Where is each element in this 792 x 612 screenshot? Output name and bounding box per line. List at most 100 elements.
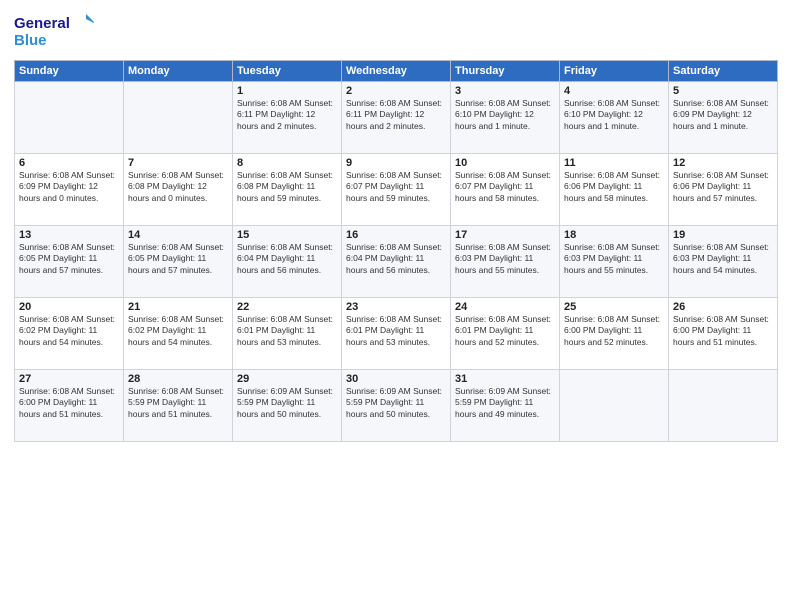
calendar-cell: 6Sunrise: 6:08 AM Sunset: 6:09 PM Daylig…: [15, 154, 124, 226]
day-number: 28: [128, 373, 228, 385]
day-detail: Sunrise: 6:08 AM Sunset: 5:59 PM Dayligh…: [128, 386, 228, 420]
day-number: 17: [455, 229, 555, 241]
day-detail: Sunrise: 6:08 AM Sunset: 6:08 PM Dayligh…: [237, 170, 337, 204]
day-detail: Sunrise: 6:08 AM Sunset: 6:01 PM Dayligh…: [346, 314, 446, 348]
page: General Blue SundayMondayTuesdayWednesda…: [0, 0, 792, 612]
header-day-monday: Monday: [124, 61, 233, 82]
day-number: 16: [346, 229, 446, 241]
calendar-cell: 1Sunrise: 6:08 AM Sunset: 6:11 PM Daylig…: [233, 82, 342, 154]
day-detail: Sunrise: 6:08 AM Sunset: 6:11 PM Dayligh…: [346, 98, 446, 132]
day-detail: Sunrise: 6:08 AM Sunset: 6:10 PM Dayligh…: [455, 98, 555, 132]
day-number: 12: [673, 157, 773, 169]
day-number: 4: [564, 85, 664, 97]
calendar-header: SundayMondayTuesdayWednesdayThursdayFrid…: [15, 61, 778, 82]
day-number: 24: [455, 301, 555, 313]
day-number: 23: [346, 301, 446, 313]
day-number: 30: [346, 373, 446, 385]
day-number: 2: [346, 85, 446, 97]
day-detail: Sunrise: 6:08 AM Sunset: 6:02 PM Dayligh…: [128, 314, 228, 348]
calendar-cell: 17Sunrise: 6:08 AM Sunset: 6:03 PM Dayli…: [451, 226, 560, 298]
day-detail: Sunrise: 6:08 AM Sunset: 6:04 PM Dayligh…: [346, 242, 446, 276]
day-detail: Sunrise: 6:08 AM Sunset: 6:01 PM Dayligh…: [455, 314, 555, 348]
day-detail: Sunrise: 6:08 AM Sunset: 6:07 PM Dayligh…: [455, 170, 555, 204]
day-detail: Sunrise: 6:09 AM Sunset: 5:59 PM Dayligh…: [455, 386, 555, 420]
header: General Blue: [14, 10, 778, 54]
calendar-cell: 26Sunrise: 6:08 AM Sunset: 6:00 PM Dayli…: [669, 298, 778, 370]
week-row-5: 27Sunrise: 6:08 AM Sunset: 6:00 PM Dayli…: [15, 370, 778, 442]
day-detail: Sunrise: 6:08 AM Sunset: 6:02 PM Dayligh…: [19, 314, 119, 348]
day-number: 14: [128, 229, 228, 241]
calendar-cell: 5Sunrise: 6:08 AM Sunset: 6:09 PM Daylig…: [669, 82, 778, 154]
day-detail: Sunrise: 6:08 AM Sunset: 6:09 PM Dayligh…: [673, 98, 773, 132]
day-detail: Sunrise: 6:08 AM Sunset: 6:00 PM Dayligh…: [19, 386, 119, 420]
calendar-cell: 16Sunrise: 6:08 AM Sunset: 6:04 PM Dayli…: [342, 226, 451, 298]
day-number: 11: [564, 157, 664, 169]
day-detail: Sunrise: 6:08 AM Sunset: 6:03 PM Dayligh…: [455, 242, 555, 276]
calendar-cell: [669, 370, 778, 442]
day-number: 27: [19, 373, 119, 385]
day-detail: Sunrise: 6:08 AM Sunset: 6:05 PM Dayligh…: [19, 242, 119, 276]
day-number: 15: [237, 229, 337, 241]
day-number: 7: [128, 157, 228, 169]
header-day-tuesday: Tuesday: [233, 61, 342, 82]
day-detail: Sunrise: 6:08 AM Sunset: 6:09 PM Dayligh…: [19, 170, 119, 204]
calendar-cell: 20Sunrise: 6:08 AM Sunset: 6:02 PM Dayli…: [15, 298, 124, 370]
day-detail: Sunrise: 6:08 AM Sunset: 6:08 PM Dayligh…: [128, 170, 228, 204]
header-day-wednesday: Wednesday: [342, 61, 451, 82]
calendar-cell: 8Sunrise: 6:08 AM Sunset: 6:08 PM Daylig…: [233, 154, 342, 226]
day-detail: Sunrise: 6:08 AM Sunset: 6:03 PM Dayligh…: [564, 242, 664, 276]
svg-text:Blue: Blue: [14, 32, 47, 49]
day-number: 29: [237, 373, 337, 385]
calendar-cell: 29Sunrise: 6:09 AM Sunset: 5:59 PM Dayli…: [233, 370, 342, 442]
day-number: 20: [19, 301, 119, 313]
calendar-table: SundayMondayTuesdayWednesdayThursdayFrid…: [14, 60, 778, 442]
calendar-cell: 4Sunrise: 6:08 AM Sunset: 6:10 PM Daylig…: [560, 82, 669, 154]
calendar-cell: 14Sunrise: 6:08 AM Sunset: 6:05 PM Dayli…: [124, 226, 233, 298]
svg-text:General: General: [14, 15, 70, 32]
calendar-cell: 18Sunrise: 6:08 AM Sunset: 6:03 PM Dayli…: [560, 226, 669, 298]
day-detail: Sunrise: 6:09 AM Sunset: 5:59 PM Dayligh…: [237, 386, 337, 420]
day-detail: Sunrise: 6:08 AM Sunset: 6:04 PM Dayligh…: [237, 242, 337, 276]
day-detail: Sunrise: 6:08 AM Sunset: 6:06 PM Dayligh…: [564, 170, 664, 204]
calendar-cell: 27Sunrise: 6:08 AM Sunset: 6:00 PM Dayli…: [15, 370, 124, 442]
day-number: 21: [128, 301, 228, 313]
day-detail: Sunrise: 6:08 AM Sunset: 6:00 PM Dayligh…: [564, 314, 664, 348]
day-number: 3: [455, 85, 555, 97]
calendar-cell: 2Sunrise: 6:08 AM Sunset: 6:11 PM Daylig…: [342, 82, 451, 154]
calendar-cell: 30Sunrise: 6:09 AM Sunset: 5:59 PM Dayli…: [342, 370, 451, 442]
calendar-cell: 3Sunrise: 6:08 AM Sunset: 6:10 PM Daylig…: [451, 82, 560, 154]
week-row-3: 13Sunrise: 6:08 AM Sunset: 6:05 PM Dayli…: [15, 226, 778, 298]
calendar-cell: 12Sunrise: 6:08 AM Sunset: 6:06 PM Dayli…: [669, 154, 778, 226]
day-detail: Sunrise: 6:08 AM Sunset: 6:06 PM Dayligh…: [673, 170, 773, 204]
day-number: 25: [564, 301, 664, 313]
header-row: SundayMondayTuesdayWednesdayThursdayFrid…: [15, 61, 778, 82]
day-detail: Sunrise: 6:09 AM Sunset: 5:59 PM Dayligh…: [346, 386, 446, 420]
day-detail: Sunrise: 6:08 AM Sunset: 6:00 PM Dayligh…: [673, 314, 773, 348]
day-detail: Sunrise: 6:08 AM Sunset: 6:10 PM Dayligh…: [564, 98, 664, 132]
calendar-body: 1Sunrise: 6:08 AM Sunset: 6:11 PM Daylig…: [15, 82, 778, 442]
calendar-cell: 19Sunrise: 6:08 AM Sunset: 6:03 PM Dayli…: [669, 226, 778, 298]
week-row-4: 20Sunrise: 6:08 AM Sunset: 6:02 PM Dayli…: [15, 298, 778, 370]
day-number: 6: [19, 157, 119, 169]
calendar-cell: 24Sunrise: 6:08 AM Sunset: 6:01 PM Dayli…: [451, 298, 560, 370]
calendar-cell: 9Sunrise: 6:08 AM Sunset: 6:07 PM Daylig…: [342, 154, 451, 226]
header-day-thursday: Thursday: [451, 61, 560, 82]
week-row-2: 6Sunrise: 6:08 AM Sunset: 6:09 PM Daylig…: [15, 154, 778, 226]
calendar-cell: 28Sunrise: 6:08 AM Sunset: 5:59 PM Dayli…: [124, 370, 233, 442]
calendar-cell: 23Sunrise: 6:08 AM Sunset: 6:01 PM Dayli…: [342, 298, 451, 370]
calendar-cell: [560, 370, 669, 442]
day-detail: Sunrise: 6:08 AM Sunset: 6:11 PM Dayligh…: [237, 98, 337, 132]
day-detail: Sunrise: 6:08 AM Sunset: 6:05 PM Dayligh…: [128, 242, 228, 276]
day-number: 5: [673, 85, 773, 97]
day-number: 26: [673, 301, 773, 313]
day-number: 18: [564, 229, 664, 241]
day-detail: Sunrise: 6:08 AM Sunset: 6:07 PM Dayligh…: [346, 170, 446, 204]
calendar-cell: [15, 82, 124, 154]
calendar-cell: 13Sunrise: 6:08 AM Sunset: 6:05 PM Dayli…: [15, 226, 124, 298]
calendar-cell: 15Sunrise: 6:08 AM Sunset: 6:04 PM Dayli…: [233, 226, 342, 298]
day-number: 13: [19, 229, 119, 241]
calendar-cell: 11Sunrise: 6:08 AM Sunset: 6:06 PM Dayli…: [560, 154, 669, 226]
calendar-cell: 10Sunrise: 6:08 AM Sunset: 6:07 PM Dayli…: [451, 154, 560, 226]
calendar-cell: 31Sunrise: 6:09 AM Sunset: 5:59 PM Dayli…: [451, 370, 560, 442]
calendar-cell: 25Sunrise: 6:08 AM Sunset: 6:00 PM Dayli…: [560, 298, 669, 370]
